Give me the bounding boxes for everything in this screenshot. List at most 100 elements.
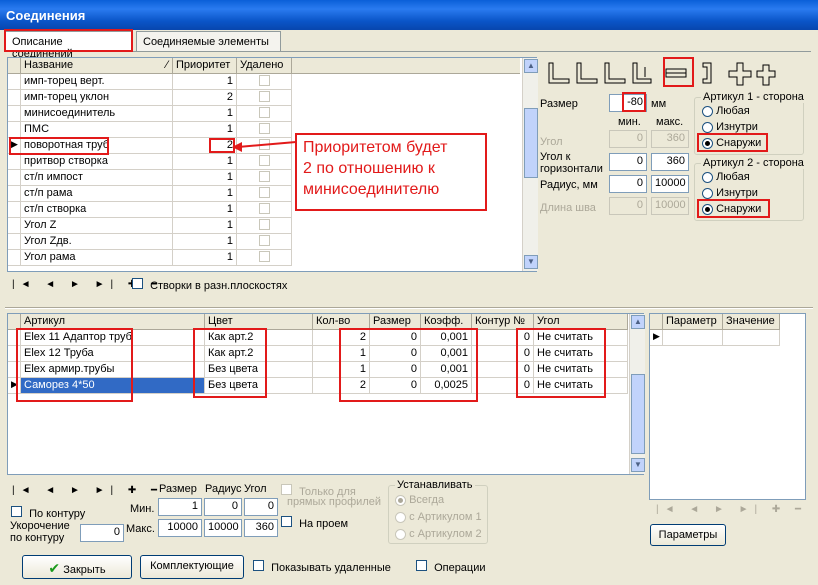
- horizon-min-input[interactable]: 0: [609, 153, 647, 171]
- side1-any-radio[interactable]: Любая: [702, 105, 750, 117]
- priority-cell[interactable]: 1: [173, 202, 237, 218]
- deleted-cell[interactable]: [237, 122, 292, 138]
- operations-checkbox[interactable]: [416, 560, 427, 571]
- lower-angle-max-input[interactable]: 360: [244, 519, 278, 537]
- deleted-cell[interactable]: [237, 218, 292, 234]
- connection-name-cell[interactable]: ст/п импост: [21, 170, 173, 186]
- connection-name-cell[interactable]: Угол рама: [21, 250, 173, 266]
- table-row[interactable]: Угол рама 1: [8, 250, 520, 266]
- connection-name-cell[interactable]: минисоединитель: [21, 106, 173, 122]
- selected-connection-type-icon[interactable]: [663, 57, 694, 87]
- deleted-checkbox[interactable]: [258, 75, 270, 86]
- deleted-checkbox[interactable]: [258, 235, 270, 246]
- seam-min-input[interactable]: 0: [609, 197, 647, 215]
- side2-any-radio[interactable]: Любая: [702, 171, 750, 183]
- column-deleted[interactable]: Удалено: [237, 58, 292, 74]
- seam-max-input[interactable]: 10000: [651, 197, 689, 215]
- show-deleted-checkbox[interactable]: [253, 560, 264, 571]
- straight-only-checkbox[interactable]: [281, 484, 292, 495]
- priority-cell[interactable]: 1: [173, 186, 237, 202]
- column-priority[interactable]: Приоритет: [173, 58, 237, 74]
- connection-name-cell[interactable]: Угол Zдв.: [21, 234, 173, 250]
- radius-max-input[interactable]: 10000: [651, 175, 689, 193]
- table-row[interactable]: Угол Z1: [8, 218, 520, 234]
- connection-name-cell[interactable]: имп-торец верт.: [21, 74, 173, 90]
- bottom-grid-navigator[interactable]: |◄ ◄ ► ►| ✚ ━: [12, 485, 163, 496]
- priority-cell[interactable]: 2: [173, 90, 237, 106]
- deleted-checkbox[interactable]: [258, 203, 270, 214]
- na-proem-checkbox-row[interactable]: На проем: [281, 516, 348, 530]
- connection-name-cell[interactable]: Угол Z: [21, 218, 173, 234]
- shortening-input[interactable]: 0: [80, 524, 124, 542]
- angle-max-input[interactable]: 360: [651, 130, 689, 148]
- scroll-up-icon[interactable]: ▲: [631, 315, 645, 329]
- deleted-cell[interactable]: [237, 186, 292, 202]
- param-grid-navigator[interactable]: |◄ ◄ ► ►| ✚ ━: [656, 504, 807, 515]
- close-button[interactable]: ✔ Закрыть: [22, 555, 132, 579]
- lower-size-min-input[interactable]: 1: [158, 498, 202, 516]
- priority-cell[interactable]: 1: [173, 106, 237, 122]
- tab-connected-elements[interactable]: Соединяемые элементы: [136, 31, 281, 51]
- deleted-checkbox[interactable]: [258, 91, 270, 102]
- lower-radius-min-input[interactable]: 0: [204, 498, 242, 516]
- deleted-cell[interactable]: [237, 234, 292, 250]
- deleted-checkbox[interactable]: [258, 251, 270, 262]
- connection-name-cell[interactable]: ст/п створка: [21, 202, 173, 218]
- priority-cell[interactable]: 1: [173, 122, 237, 138]
- lower-radius-max-input[interactable]: 10000: [204, 519, 242, 537]
- priority-cell[interactable]: 1: [173, 218, 237, 234]
- horizon-max-input[interactable]: 360: [651, 153, 689, 171]
- scroll-thumb[interactable]: [631, 374, 645, 454]
- connection-name-cell[interactable]: ст/п рама: [21, 186, 173, 202]
- deleted-checkbox[interactable]: [258, 107, 270, 118]
- stvorki-checkbox-row[interactable]: Створки в разн.плоскостях: [132, 278, 287, 292]
- side2-inside-radio[interactable]: Изнутри: [702, 187, 758, 199]
- radius-min-input[interactable]: 0: [609, 175, 647, 193]
- table-row[interactable]: минисоединитель 1: [8, 106, 520, 122]
- parameters-button[interactable]: Параметры: [650, 524, 726, 546]
- connections-grid-scrollbar[interactable]: ▲ ▼: [522, 58, 538, 271]
- stvorki-checkbox[interactable]: [132, 278, 143, 289]
- deleted-cell[interactable]: [237, 202, 292, 218]
- priority-cell[interactable]: 1: [173, 234, 237, 250]
- connection-name-cell[interactable]: имп-торец уклон: [21, 90, 173, 106]
- scroll-up-icon[interactable]: ▲: [524, 59, 538, 73]
- po-konturu-checkbox-row[interactable]: По контуру: [11, 506, 85, 520]
- parameter-grid[interactable]: Параметр Значение ▶: [649, 313, 806, 500]
- po-konturu-checkbox[interactable]: [11, 506, 22, 517]
- side1-inside-radio[interactable]: Изнутри: [702, 121, 758, 133]
- deleted-checkbox[interactable]: [258, 171, 270, 182]
- priority-cell[interactable]: 1: [173, 250, 237, 266]
- priority-cell[interactable]: 1: [173, 154, 237, 170]
- operations-checkbox-row[interactable]: Операции: [416, 560, 486, 574]
- deleted-checkbox[interactable]: [258, 187, 270, 198]
- column-name[interactable]: Название ⁄: [21, 58, 173, 74]
- components-grid-scrollbar[interactable]: ▲ ▼: [629, 314, 645, 474]
- na-proem-checkbox[interactable]: [281, 516, 292, 527]
- show-deleted-checkbox-row[interactable]: Показывать удаленные: [253, 560, 391, 574]
- parameter-row[interactable]: ▶: [650, 330, 780, 346]
- column-parameter[interactable]: Параметр: [663, 314, 723, 330]
- scroll-down-icon[interactable]: ▼: [524, 255, 538, 269]
- table-row[interactable]: Угол Zдв. 1: [8, 234, 520, 250]
- deleted-cell[interactable]: [237, 106, 292, 122]
- priority-cell[interactable]: 1: [173, 170, 237, 186]
- column-value[interactable]: Значение: [723, 314, 780, 330]
- angle-min-input[interactable]: 0: [609, 130, 647, 148]
- table-row[interactable]: имп-торец верт. 1: [8, 74, 520, 90]
- install-with-article1-radio[interactable]: с Артикулом 1: [395, 511, 482, 523]
- deleted-cell[interactable]: [237, 250, 292, 266]
- deleted-checkbox[interactable]: [258, 123, 270, 134]
- components-button[interactable]: Комплектующие: [140, 555, 244, 579]
- deleted-cell[interactable]: [237, 90, 292, 106]
- table-row[interactable]: имп-торец уклон 2: [8, 90, 520, 106]
- connection-name-cell[interactable]: притвор створка: [21, 154, 173, 170]
- deleted-cell[interactable]: [237, 170, 292, 186]
- lower-angle-min-input[interactable]: 0: [244, 498, 278, 516]
- priority-cell[interactable]: 1: [173, 74, 237, 90]
- deleted-cell[interactable]: [237, 74, 292, 90]
- install-with-article2-radio[interactable]: с Артикулом 2: [395, 528, 482, 540]
- scroll-thumb[interactable]: [524, 108, 538, 178]
- install-always-radio[interactable]: Всегда: [395, 494, 444, 506]
- scroll-down-icon[interactable]: ▼: [631, 458, 645, 472]
